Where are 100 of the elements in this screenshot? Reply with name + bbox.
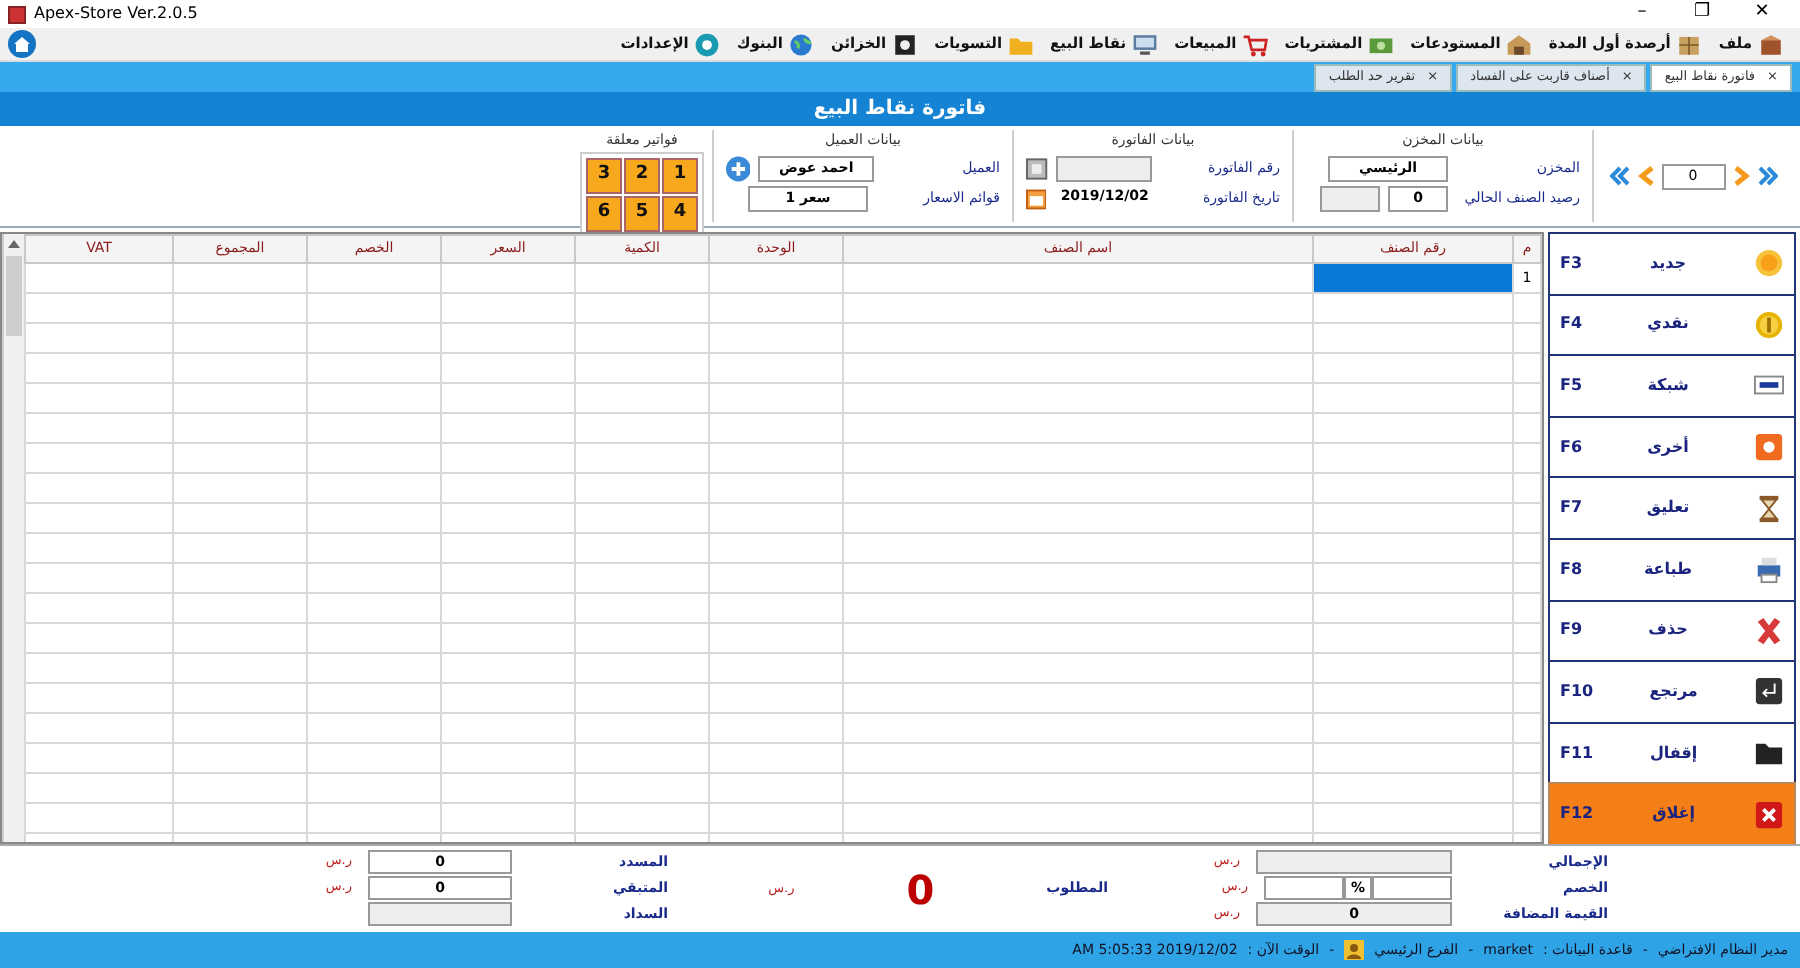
table-cell bbox=[173, 443, 307, 473]
table-cell bbox=[307, 773, 441, 803]
table-cell bbox=[173, 803, 307, 833]
table-cell bbox=[441, 773, 575, 803]
table-cell bbox=[709, 623, 843, 653]
table-cell bbox=[709, 353, 843, 383]
pending-invoice-button[interactable]: 1 bbox=[662, 157, 698, 193]
crate-icon bbox=[1676, 31, 1703, 57]
pending-invoice-button[interactable]: 4 bbox=[662, 195, 698, 231]
table-cell bbox=[575, 503, 709, 533]
table-cell bbox=[709, 323, 843, 353]
globe-icon bbox=[788, 31, 815, 57]
delete-icon bbox=[1754, 615, 1784, 646]
table-cell bbox=[441, 353, 575, 383]
table-cell bbox=[575, 593, 709, 623]
selected-cell[interactable] bbox=[1313, 263, 1513, 293]
discount-field[interactable] bbox=[1372, 876, 1452, 900]
table-cell bbox=[307, 413, 441, 443]
pending-invoice-button[interactable]: 5 bbox=[624, 195, 660, 231]
printer-icon bbox=[1754, 554, 1784, 585]
return-key-icon bbox=[1754, 676, 1784, 707]
next-record-icon[interactable] bbox=[1733, 166, 1749, 186]
table-cell bbox=[307, 653, 441, 683]
add-icon[interactable] bbox=[725, 155, 751, 181]
table-cell bbox=[307, 503, 441, 533]
table-cell bbox=[575, 473, 709, 503]
table-cell bbox=[575, 623, 709, 653]
pending-invoice-button[interactable]: 3 bbox=[586, 157, 622, 193]
table-cell bbox=[709, 383, 843, 413]
table-cell bbox=[1513, 413, 1541, 443]
first-record-icon[interactable] bbox=[1609, 166, 1629, 186]
folder-icon bbox=[1754, 738, 1784, 769]
total-field[interactable] bbox=[1256, 850, 1452, 874]
table-cell bbox=[709, 413, 843, 443]
table-cell bbox=[307, 293, 441, 323]
table-cell bbox=[441, 503, 575, 533]
user-icon bbox=[1344, 940, 1365, 960]
table-cell bbox=[173, 743, 307, 773]
table-cell bbox=[575, 563, 709, 593]
previous-record-icon[interactable] bbox=[1637, 166, 1653, 186]
table-cell bbox=[1513, 353, 1541, 383]
calendar-icon[interactable] bbox=[1026, 187, 1047, 209]
table-cell bbox=[575, 293, 709, 323]
table-cell bbox=[441, 533, 575, 563]
payment-field[interactable] bbox=[368, 902, 512, 926]
table-cell bbox=[441, 593, 575, 623]
monitor-icon bbox=[1132, 31, 1159, 57]
table-cell bbox=[1513, 773, 1541, 803]
discount-amount-field[interactable] bbox=[1264, 876, 1344, 900]
table-cell bbox=[709, 443, 843, 473]
scrollbar[interactable] bbox=[2, 234, 24, 842]
table-cell bbox=[1513, 803, 1541, 833]
warehouse-icon bbox=[1506, 31, 1533, 57]
table-cell bbox=[575, 743, 709, 773]
table-cell bbox=[173, 683, 307, 713]
table-cell bbox=[307, 323, 441, 353]
table-cell bbox=[307, 683, 441, 713]
home-button[interactable] bbox=[8, 30, 36, 58]
table-cell bbox=[441, 323, 575, 353]
coin-icon bbox=[1754, 309, 1784, 340]
hourglass-icon bbox=[1754, 493, 1784, 524]
table-cell bbox=[709, 743, 843, 773]
table-cell bbox=[441, 413, 575, 443]
table-cell bbox=[173, 503, 307, 533]
last-record-icon[interactable] bbox=[1757, 166, 1777, 186]
table-cell bbox=[575, 323, 709, 353]
box-icon bbox=[1758, 31, 1784, 57]
table-cell bbox=[173, 713, 307, 743]
scroll-up-icon[interactable] bbox=[6, 238, 22, 250]
table-cell bbox=[575, 653, 709, 683]
table-cell bbox=[709, 533, 843, 563]
table-cell bbox=[173, 623, 307, 653]
table-cell bbox=[173, 353, 307, 383]
table-cell bbox=[575, 383, 709, 413]
table-cell bbox=[173, 383, 307, 413]
window-control[interactable]: – bbox=[1612, 0, 1672, 28]
lookup-icon[interactable] bbox=[1025, 157, 1048, 179]
scroll-thumb[interactable] bbox=[6, 256, 22, 336]
table-cell bbox=[1513, 683, 1541, 713]
close-icon bbox=[1754, 799, 1784, 830]
table-cell bbox=[709, 503, 843, 533]
table-cell bbox=[173, 773, 307, 803]
table-cell bbox=[441, 383, 575, 413]
table-cell bbox=[441, 473, 575, 503]
table-cell bbox=[173, 473, 307, 503]
table-cell bbox=[307, 803, 441, 833]
table-cell bbox=[1513, 293, 1541, 323]
table-cell bbox=[307, 533, 441, 563]
table-cell bbox=[1513, 563, 1541, 593]
table-cell bbox=[173, 263, 307, 293]
table-cell bbox=[575, 773, 709, 803]
invoice-number-field[interactable] bbox=[1055, 155, 1153, 181]
pending-invoice-button[interactable]: 6 bbox=[586, 195, 622, 231]
table-cell bbox=[709, 293, 843, 323]
pending-invoice-button[interactable]: 2 bbox=[624, 157, 660, 193]
table-cell bbox=[1513, 713, 1541, 743]
table-cell bbox=[1513, 473, 1541, 503]
table-cell bbox=[709, 803, 843, 833]
window-control[interactable]: ✕ bbox=[1732, 0, 1792, 28]
window-control[interactable]: ❐ bbox=[1672, 0, 1732, 28]
